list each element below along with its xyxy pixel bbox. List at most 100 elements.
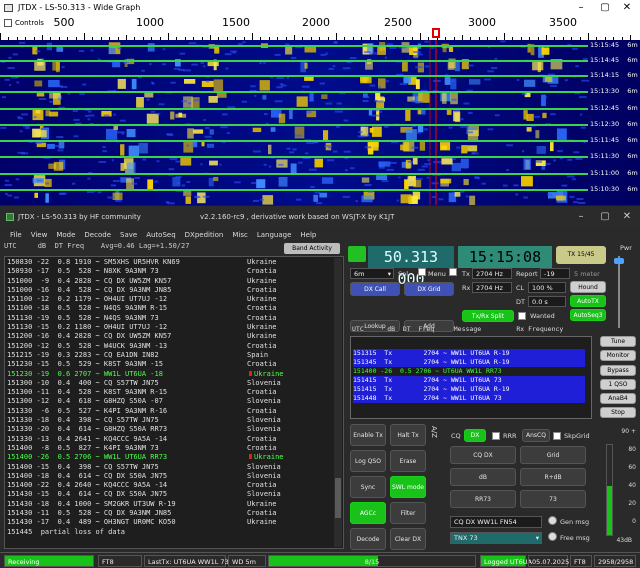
band-activity-row[interactable]: 151400 -8 0.5 827 ~ K4PI 9A3NM 73 Croatia: [7, 444, 333, 453]
autotx-button[interactable]: AutoTX: [570, 295, 606, 307]
dx-call-button[interactable]: DX Call: [350, 282, 400, 296]
db-button[interactable]: dB: [450, 468, 516, 486]
controls-toggle[interactable]: Controls: [4, 19, 44, 27]
menu-save[interactable]: Save: [120, 228, 137, 242]
tx-frequency-marker[interactable]: [432, 28, 440, 38]
frequency-scale[interactable]: Controls 500 1000 1500 2000 2500 3000 35…: [0, 16, 640, 40]
cq-dx-button[interactable]: CQ DX: [450, 446, 516, 464]
agcc-button[interactable]: AGCc: [350, 502, 386, 524]
rx-frequency-row[interactable]: 151448 Tx 2704 ~ WW1L UT6UA 73: [353, 394, 585, 403]
band-activity-row[interactable]: 151400 -15 0.4 398 ~ CQ S57TW JN75 Sloven…: [7, 463, 333, 472]
band-activity-row[interactable]: 151330 -6 0.5 527 ~ K4PI 9A3NM R-16 Croat…: [7, 407, 333, 416]
tune-button[interactable]: Tune: [600, 336, 636, 347]
decode-button[interactable]: Decode: [350, 528, 386, 550]
free-msg-input[interactable]: TNX 73 ▾: [450, 532, 542, 544]
controls-checkbox[interactable]: [4, 19, 12, 27]
minimize-icon[interactable]: –: [570, 206, 592, 228]
menu-mode[interactable]: Mode: [56, 228, 75, 242]
rx-frequency-row[interactable]: 151415 Tx 2704 ~ WW1L UT6UA R-19: [353, 385, 585, 394]
band-activity-row[interactable]: 151130 -19 0.5 528 ~ N4QS 9A3NM 73 Croati…: [7, 314, 333, 323]
one-qso-button[interactable]: 1 QSO: [600, 379, 636, 390]
band-activity-row[interactable]: 151215 -19 0.3 2283 ~ CQ EA1DN IN82 Spain: [7, 351, 333, 360]
band-activity-row[interactable]: 151300 -10 0.4 400 ~ CQ S57TW JN75 Sloven…: [7, 379, 333, 388]
band-activity-row[interactable]: 151230 -15 0.5 529 ~ K8ST 9A3NM -15 Croat…: [7, 360, 333, 369]
band-activity-row[interactable]: 151300 -12 0.4 618 ~ G8HZQ S50A -07 Slove…: [7, 397, 333, 406]
band-activity-row[interactable]: 151100 -12 0.2 1179 ~ OH4UI UT7UJ -12 Ukr…: [7, 295, 333, 304]
tx-rx-split-button[interactable]: Tx/Rx Split: [462, 310, 514, 322]
rx-frequency-row[interactable]: 151345 Tx 2704 ~ WW1L UT6UA R-19: [353, 358, 585, 367]
grid-button[interactable]: Grid: [520, 446, 586, 464]
rx-frequency-panel[interactable]: 151315 Tx 2704 ~ WW1L UT6UA R-19 151345 T…: [350, 336, 592, 419]
band-activity-row[interactable]: 151430 -18 0.4 1000 ~ SM2GKR UT3UW R-19 U…: [7, 500, 333, 509]
band-activity-row[interactable]: 151430 -11 0.5 528 ~ CQ DX 9A3NM JN85 Cro…: [7, 509, 333, 518]
sync-button[interactable]: Sync: [350, 476, 386, 498]
band-activity-row[interactable]: 151200 -12 0.5 528 ~ W4UCK 9A3NM -13 Croa…: [7, 342, 333, 351]
band-activity-row[interactable]: 151330 -20 0.4 614 ~ G8HZQ S50A RR73 Slov…: [7, 425, 333, 434]
band-activity-row[interactable]: 151130 -15 0.2 1180 ~ OH4UI UT7UJ -12 Ukr…: [7, 323, 333, 332]
dx-button[interactable]: DX: [464, 429, 486, 442]
cl-input[interactable]: 100 %: [528, 282, 566, 293]
skpgrid-checkbox[interactable]: [553, 432, 561, 440]
tx-lock-checkbox[interactable]: [449, 268, 457, 276]
menu-autoseq[interactable]: AutoSeq: [146, 228, 175, 242]
waterfall-display[interactable]: 15:15:45 6m 15:14:45 6m 15:14:15 6m 15:13:30 6m…: [0, 40, 640, 205]
band-activity-row[interactable]: 151200 -16 0.4 2828 ~ CQ DX UW5ZM KN57 Uk…: [7, 332, 333, 341]
stop-button[interactable]: Stop: [600, 407, 636, 418]
hound-button[interactable]: Hound: [570, 281, 606, 293]
close-icon[interactable]: ✕: [616, 0, 638, 16]
band-activity-row[interactable]: 151330 -13 0.4 2641 ~ KQ4CCC 9A5A -14 Cro…: [7, 435, 333, 444]
minimize-icon[interactable]: –: [570, 0, 592, 16]
scrollbar-thumb[interactable]: [335, 478, 341, 518]
menu-checkbox[interactable]: [418, 268, 426, 276]
rx-freq-input[interactable]: 2704 Hz: [472, 282, 512, 293]
band-activity-row[interactable]: 151300 -11 0.4 528 ~ K8ST 9A3NM R-15 Croa…: [7, 388, 333, 397]
log-qso-button[interactable]: Log QSO: [350, 450, 386, 472]
anscq-button[interactable]: AnsCQ: [522, 429, 550, 442]
power-slider[interactable]: [614, 256, 624, 328]
bypass-button[interactable]: Bypass: [600, 365, 636, 376]
rx-frequency-row[interactable]: 151400 -26 0.5 2706 ~ UT6UA WW1L RR73: [353, 367, 585, 376]
band-select[interactable]: 6m ▾: [350, 268, 394, 279]
seventy-three-button[interactable]: 73: [520, 490, 586, 508]
band-activity-row[interactable]: 150830 -22 0.8 1910 ~ SM5XHS UR5HVR KN69…: [7, 258, 333, 267]
band-activity-row[interactable]: 151400 -22 0.4 2640 ~ KQ4CCC 9A5A -14 Cro…: [7, 481, 333, 490]
r-db-button[interactable]: R+dB: [520, 468, 586, 486]
filter-button[interactable]: Filter: [390, 502, 426, 524]
band-activity-row[interactable]: 151100 -18 0.5 528 ~ N4QS 9A3NM R-15 Croa…: [7, 304, 333, 313]
menu-file[interactable]: File: [10, 228, 22, 242]
enable-tx-button[interactable]: Enable Tx: [350, 424, 386, 446]
rx-frequency-row[interactable]: 151315 Tx 2704 ~ WW1L UT6UA R-19: [353, 349, 585, 358]
band-activity-row[interactable]: 150930 -17 0.5 528 ~ N8XK 9A3NM 73 Croati…: [7, 267, 333, 276]
menu-help[interactable]: Help: [300, 228, 316, 242]
band-activity-row[interactable]: 151430 -15 0.4 614 ~ CQ DX S50A JN75 Slov…: [7, 490, 333, 499]
rr73-button[interactable]: RR73: [450, 490, 516, 508]
frequency-display[interactable]: 50.313 000: [368, 246, 454, 288]
band-activity-row[interactable]: 151000 -16 0.4 528 ~ CQ DX 9A3NM JN85 Cro…: [7, 286, 333, 295]
rrr-checkbox[interactable]: [492, 432, 500, 440]
dt-input[interactable]: 0.0 s: [528, 296, 566, 307]
close-icon[interactable]: ✕: [616, 206, 638, 228]
band-activity-row[interactable]: 151400 -26 0.5 2706 ~ WW1L UT6UA RR73 Ukr…: [7, 453, 333, 462]
menu-view[interactable]: View: [31, 228, 48, 242]
maximize-icon[interactable]: ▢: [594, 206, 616, 228]
menu-dxpedition[interactable]: DXpedition: [185, 228, 224, 242]
menu-language[interactable]: Language: [257, 228, 292, 242]
erase-button[interactable]: Erase: [390, 450, 426, 472]
band-activity-row[interactable]: 151430 -17 0.4 489 ~ OH3NGT UR0MC KO50 Uk…: [7, 518, 333, 527]
tx-period-button[interactable]: TX 15/45: [556, 246, 606, 264]
menu-decode[interactable]: Decode: [84, 228, 111, 242]
gen-msg-radio[interactable]: [548, 516, 557, 525]
rx-frequency-row[interactable]: 151415 Tx 2704 ~ WW1L UT6UA 73: [353, 376, 585, 385]
band-activity-scrollbar[interactable]: [334, 258, 342, 547]
band-activity-row[interactable]: 151445 partial loss of data: [7, 528, 333, 537]
band-activity-row[interactable]: 151330 -18 0.4 398 ~ CQ S57TW JN75 Sloven…: [7, 416, 333, 425]
dx-grid-button[interactable]: DX Grid: [404, 282, 454, 296]
band-activity-row[interactable]: 151230 -19 0.6 2707 ~ WW1L UT6UA -18 Ukra…: [7, 370, 333, 379]
menu-misc[interactable]: Misc: [232, 228, 247, 242]
maximize-icon[interactable]: ▢: [594, 0, 616, 16]
anab4-button[interactable]: AnaB4: [600, 393, 636, 404]
tx-freq-input[interactable]: 2704 Hz: [472, 268, 512, 279]
clear-dx-button[interactable]: Clear DX: [390, 528, 426, 550]
slider-knob[interactable]: [614, 258, 624, 264]
halt-tx-button[interactable]: Halt Tx: [390, 424, 426, 446]
